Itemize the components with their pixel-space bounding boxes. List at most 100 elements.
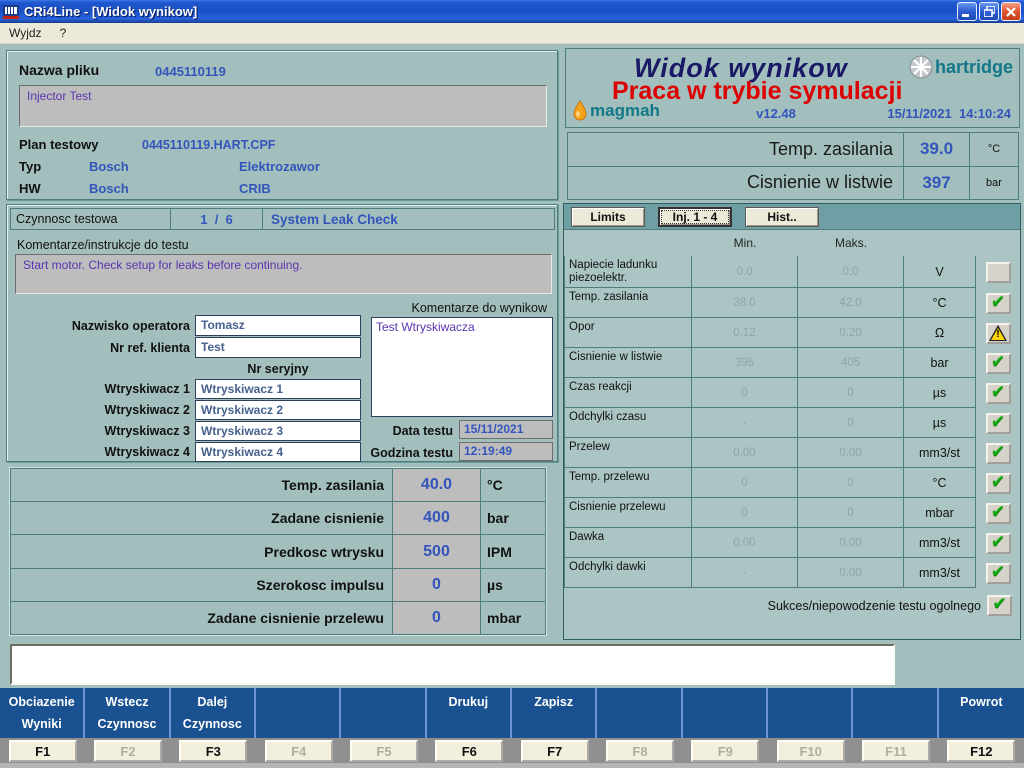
pass-check-icon: ✔ bbox=[991, 414, 1005, 431]
live-value-row: Cisnienie w listwie 397 bar bbox=[568, 167, 1018, 200]
max-column-header: Maks. bbox=[798, 236, 904, 250]
function-key-button[interactable]: F3 bbox=[179, 740, 247, 762]
injector-label: Wtryskiwacz 1 bbox=[7, 382, 190, 396]
function-key-cell: Zapisz F7 bbox=[512, 688, 597, 768]
function-key-button[interactable]: F1 bbox=[9, 740, 77, 762]
result-status-button[interactable]: ✔ ! bbox=[986, 473, 1011, 494]
test-step-name: System Leak Check bbox=[263, 209, 554, 229]
client-ref-field[interactable]: Test bbox=[195, 337, 361, 358]
test-plan-value: 0445110119.HART.CPF bbox=[142, 138, 275, 152]
result-status-button[interactable]: ✔ ! bbox=[986, 293, 1011, 314]
results-comments-box[interactable]: Test Wtryskiwacza bbox=[371, 317, 553, 417]
setpoint-label: Predkosc wtrysku bbox=[11, 535, 393, 567]
operator-field[interactable]: Tomasz bbox=[195, 315, 361, 336]
function-key-button[interactable]: F12 bbox=[947, 740, 1015, 762]
function-key-cell: Dalej Czynnosc F3 bbox=[171, 688, 256, 768]
result-status-button[interactable]: ✔ ! bbox=[986, 563, 1011, 584]
results-header: Widok wynikow Praca w trybie symulacji v… bbox=[565, 48, 1020, 128]
file-name-value: 0445110119 bbox=[155, 64, 226, 79]
result-row: Przelew 0.00 0.00 mm3/st ✔ ! bbox=[564, 438, 1020, 468]
restore-button[interactable] bbox=[979, 2, 999, 21]
result-status-button[interactable]: ✔ ! bbox=[986, 262, 1011, 283]
test-description-box: Injector Test bbox=[19, 85, 547, 127]
live-values-table: Temp. zasilania 39.0 °C Cisnienie w list… bbox=[567, 132, 1019, 200]
function-key-button[interactable]: F11 bbox=[862, 740, 930, 762]
overall-status-button[interactable]: ✔ ! bbox=[987, 595, 1012, 616]
result-status-button[interactable]: ✔ ! bbox=[986, 413, 1011, 434]
result-row: Temp. zasilania 38.0 42.0 °C ✔ ! bbox=[564, 288, 1020, 318]
function-key-button[interactable]: F4 bbox=[265, 740, 333, 762]
limits-header-row: Min. Maks. bbox=[564, 230, 1020, 256]
result-status-button[interactable]: ✔ ! bbox=[986, 443, 1011, 464]
function-key-cell: Powrot F12 bbox=[939, 688, 1024, 768]
pass-check-icon: ✔ bbox=[991, 384, 1005, 401]
function-key-button[interactable]: F2 bbox=[94, 740, 162, 762]
client-ref-label: Nr ref. klienta bbox=[7, 341, 190, 355]
bottom-edge bbox=[0, 763, 1024, 768]
type-label: Typ bbox=[19, 159, 41, 174]
result-name: Czas reakcji bbox=[564, 378, 692, 408]
result-max-value: 42.0 bbox=[798, 288, 904, 318]
result-max-value: 0.00 bbox=[798, 528, 904, 558]
injector-row: Wtryskiwacz 2 Wtryskiwacz 2 bbox=[7, 400, 361, 420]
result-status-button[interactable]: ✔ ! bbox=[986, 323, 1011, 344]
function-key-label: Dalej Czynnosc bbox=[171, 688, 256, 738]
result-status-button[interactable]: ✔ ! bbox=[986, 503, 1011, 524]
setpoint-label: Zadane cisnienie przelewu bbox=[11, 602, 393, 634]
result-status-button[interactable]: ✔ ! bbox=[986, 383, 1011, 404]
test-step-panel: Czynnosc testowa 1 / 6 System Leak Check… bbox=[6, 204, 558, 462]
function-key-bar: Obciazenie Wyniki F1 Wstecz Czynnosc F2 bbox=[0, 688, 1024, 768]
pass-check-icon: ✔ bbox=[992, 596, 1006, 613]
function-key-button[interactable]: F9 bbox=[691, 740, 759, 762]
test-date-field: 15/11/2021 bbox=[459, 420, 553, 439]
pass-check-icon: ✔ bbox=[991, 444, 1005, 461]
results-comments-label: Komentarze do wynikow bbox=[412, 301, 547, 315]
result-row: Cisnienie przelewu 0 0 mbar ✔ ! bbox=[564, 498, 1020, 528]
close-button[interactable] bbox=[1001, 2, 1021, 21]
results-tabstrip: Limits Inj. 1 - 4 Hist.. bbox=[564, 204, 1020, 230]
function-key-button[interactable]: F10 bbox=[777, 740, 845, 762]
menu-item-exit[interactable]: Wyjdz bbox=[0, 24, 51, 42]
function-key-button[interactable]: F5 bbox=[350, 740, 418, 762]
test-step-count: 1 / 6 bbox=[171, 209, 263, 229]
minimize-button[interactable] bbox=[957, 2, 977, 21]
menu-item-help[interactable]: ? bbox=[51, 24, 76, 42]
live-value-unit: °C bbox=[970, 133, 1018, 166]
function-key-label bbox=[341, 688, 426, 738]
type-value-2: Elektrozawor bbox=[239, 159, 320, 174]
pass-check-icon: ✔ bbox=[991, 354, 1005, 371]
test-time-label: Godzina testu bbox=[307, 446, 453, 460]
warning-triangle-icon: ! bbox=[988, 325, 1008, 342]
results-tab-button[interactable]: Limits bbox=[571, 207, 645, 227]
setpoint-row: Szerokosc impulsu 0 µs bbox=[11, 569, 545, 602]
injector-serial-field[interactable]: Wtryskiwacz 2 bbox=[195, 400, 361, 420]
result-name: Cisnienie przelewu bbox=[564, 498, 692, 528]
result-min-value: 38.0 bbox=[692, 288, 798, 318]
injector-serial-field[interactable]: Wtryskiwacz 1 bbox=[195, 379, 361, 399]
result-min-value: - bbox=[692, 558, 798, 588]
result-max-value: 0.20 bbox=[798, 318, 904, 348]
result-status-button[interactable]: ✔ ! bbox=[986, 533, 1011, 554]
setpoint-unit: IPM bbox=[481, 535, 545, 567]
function-key-cell: Drukuj F6 bbox=[427, 688, 512, 768]
result-max-value: 0.00 bbox=[798, 438, 904, 468]
function-key-cell: Wstecz Czynnosc F2 bbox=[85, 688, 170, 768]
function-key-button[interactable]: F6 bbox=[435, 740, 503, 762]
setpoint-table: Temp. zasilania 40.0 °C Zadane cisnienie… bbox=[10, 468, 546, 635]
results-tab-button[interactable]: Hist.. bbox=[745, 207, 819, 227]
function-key-button[interactable]: F7 bbox=[521, 740, 589, 762]
result-unit: µs bbox=[904, 378, 976, 408]
result-unit: Ω bbox=[904, 318, 976, 348]
test-plan-label: Plan testowy bbox=[19, 137, 98, 152]
injector-label: Wtryskiwacz 4 bbox=[7, 445, 190, 459]
file-info-panel: Nazwa pliku 0445110119 Injector Test Pla… bbox=[6, 50, 558, 200]
pinwheel-icon bbox=[909, 55, 933, 79]
result-status-button[interactable]: ✔ ! bbox=[986, 353, 1011, 374]
function-key-label: Zapisz bbox=[512, 688, 597, 738]
function-key-button[interactable]: F8 bbox=[606, 740, 674, 762]
file-name-label: Nazwa pliku bbox=[19, 62, 99, 78]
limits-table: Napiecie ladunku piezoelektr. 0.0 0.0 V … bbox=[564, 256, 1020, 588]
result-max-value: 0 bbox=[798, 408, 904, 438]
results-tab-button[interactable]: Inj. 1 - 4 bbox=[658, 207, 732, 227]
result-min-value: 395 bbox=[692, 348, 798, 378]
